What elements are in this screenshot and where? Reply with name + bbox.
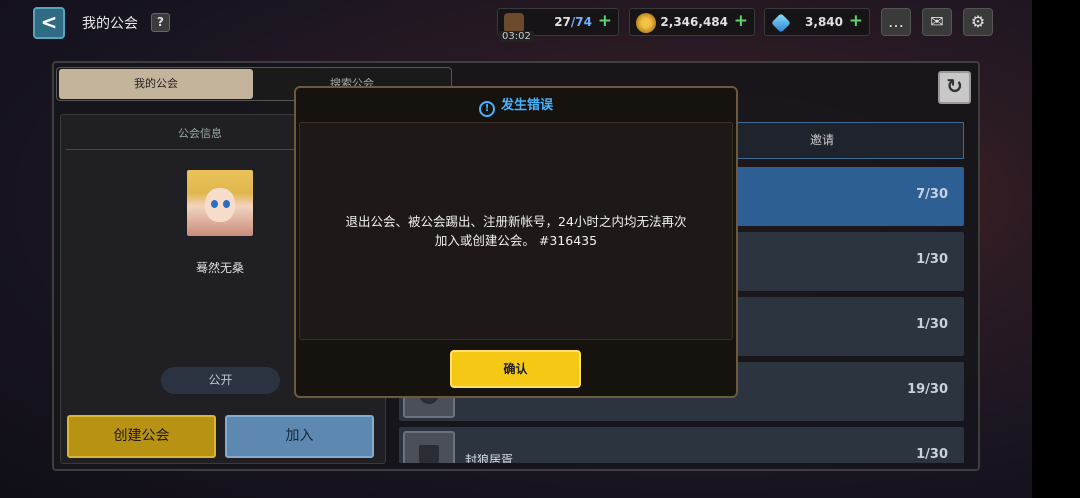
dialog-message-line: 退出公会、被公会踢出、注册新帐号，24小时之内均无法再次 <box>345 214 687 229</box>
member-count: 1/30 <box>916 252 948 267</box>
create-guild-button[interactable]: 创建公会 <box>67 415 216 458</box>
alert-icon: ! <box>478 101 495 117</box>
back-button[interactable]: < <box>33 7 65 39</box>
visibility-toggle[interactable]: 公开 <box>161 367 280 394</box>
dialog-title: 发生错误 <box>500 98 553 113</box>
page-title: 我的公会 <box>82 16 138 32</box>
member-count: 7/30 <box>916 187 948 202</box>
member-count: 1/30 <box>916 317 948 332</box>
list-item[interactable]: 封狼居胥 1/30 <box>399 427 964 463</box>
help-button[interactable]: ? <box>151 13 170 32</box>
member-name: 蓦然无桑 <box>195 261 245 275</box>
gold-value: 2,346,484 <box>660 15 728 29</box>
stamina-max: /74 <box>570 15 592 29</box>
guild-emblem-icon <box>403 431 455 463</box>
avatar <box>187 170 253 236</box>
coffee-icon <box>504 13 524 33</box>
dialog-header: ! 发生错误 <box>294 94 738 117</box>
guild-info-header: 公会信息 <box>178 127 222 140</box>
add-stamina-button[interactable]: + <box>598 11 612 31</box>
member-count: 1/30 <box>916 447 948 462</box>
gem-value: 3,840 <box>805 15 843 29</box>
coin-icon <box>636 13 656 33</box>
tab-my-guild[interactable]: 我的公会 <box>59 69 253 99</box>
guild-name: 封狼居胥 <box>465 453 514 463</box>
member-count: 19/30 <box>907 382 948 397</box>
diamond-icon <box>771 13 791 33</box>
join-guild-button[interactable]: 加入 <box>225 415 374 458</box>
gold-counter[interactable]: 2,346,484 + <box>629 8 755 36</box>
stamina-timer: 03:02 <box>499 31 534 42</box>
dialog-message: 退出公会、被公会踢出、注册新帐号，24小时之内均无法再次 加入或创建公会。 #3… <box>320 212 712 250</box>
add-gold-button[interactable]: + <box>734 11 748 31</box>
gear-icon[interactable]: ⚙ <box>963 8 993 36</box>
screen-edge-bar <box>1032 0 1080 498</box>
chat-icon[interactable]: … <box>881 8 911 36</box>
gem-counter[interactable]: 3,840 + <box>764 8 870 36</box>
add-gem-button[interactable]: + <box>849 11 863 31</box>
confirm-button[interactable]: 确认 <box>450 350 581 388</box>
dialog-message-line: 加入或创建公会。 #316435 <box>434 233 598 248</box>
mail-icon[interactable]: ✉ <box>922 8 952 36</box>
refresh-button[interactable]: ↻ <box>938 71 971 104</box>
stamina-current: 27 <box>554 15 571 29</box>
